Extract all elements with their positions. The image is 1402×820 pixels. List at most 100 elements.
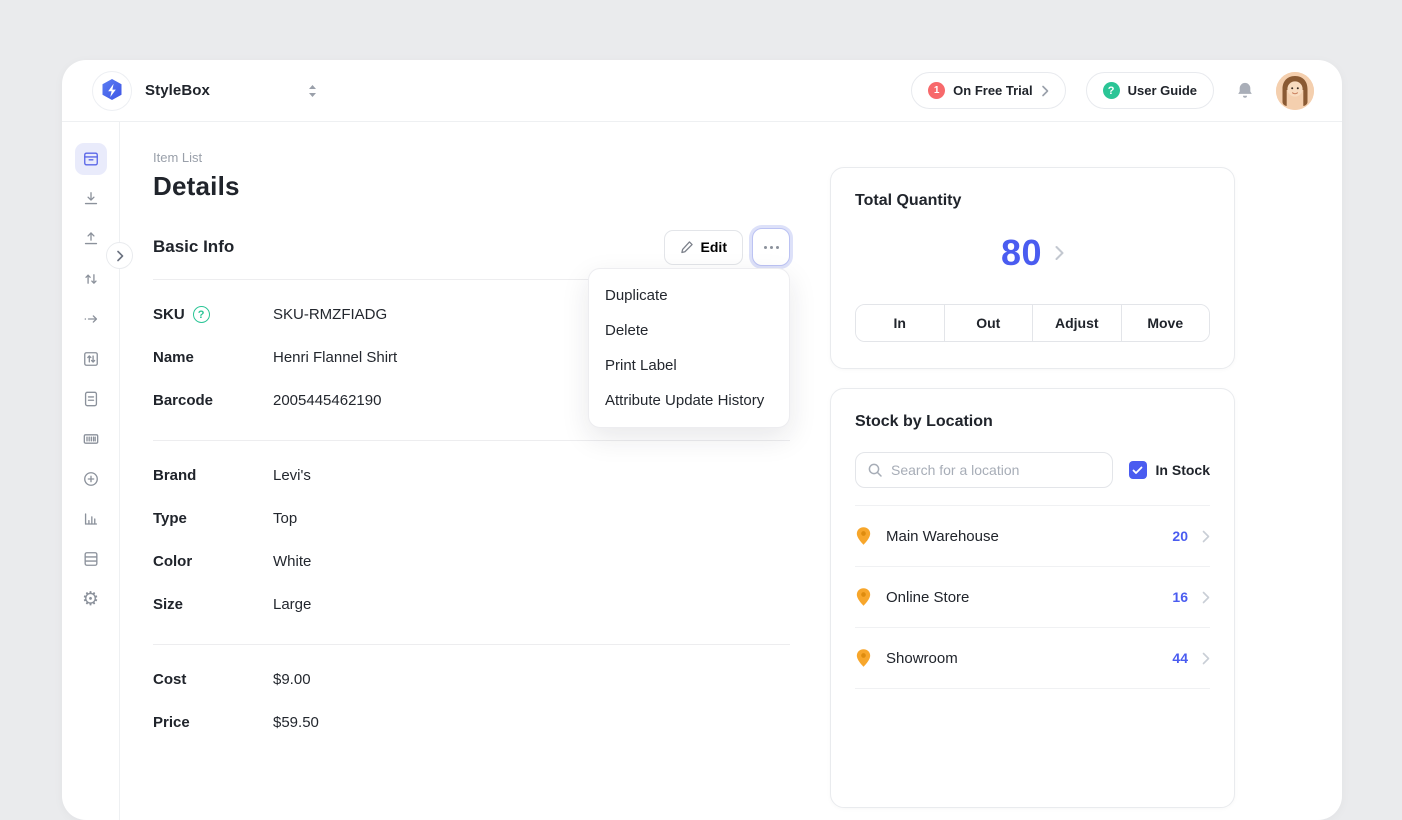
app-window: StyleBox 1 On Free Trial ? User Guide <box>62 60 1342 820</box>
field-value: SKU-RMZFIADG <box>273 306 387 323</box>
sidebar-item-reports[interactable] <box>75 503 107 535</box>
chevron-right-icon <box>1054 245 1064 261</box>
location-quantity: 16 <box>1172 589 1188 605</box>
sidebar-item-move[interactable] <box>75 303 107 335</box>
total-quantity-value[interactable]: 80 <box>1001 232 1042 274</box>
help-badge-icon: ? <box>1103 82 1120 99</box>
database-icon <box>81 549 101 569</box>
more-actions-menu: Duplicate Delete Print Label Attribute U… <box>588 268 790 428</box>
map-pin-icon <box>855 587 872 607</box>
page-title: Details <box>153 171 790 202</box>
more-actions-button[interactable] <box>752 228 790 266</box>
location-search-input[interactable] <box>891 462 1101 478</box>
avatar-image <box>1276 72 1314 110</box>
menu-item-delete[interactable]: Delete <box>589 313 789 348</box>
sidebar-item-settings[interactable]: ⚙ <box>75 583 107 615</box>
menu-item-attribute-history[interactable]: Attribute Update History <box>589 383 789 418</box>
sort-arrows-icon <box>307 83 318 99</box>
basic-info-header: Basic Info Edit <box>153 228 790 266</box>
location-quantity: 44 <box>1172 650 1188 666</box>
field-label: Type <box>153 510 187 527</box>
tray-arrow-up-icon <box>81 229 101 249</box>
gear-icon: ⚙ <box>82 590 99 609</box>
field-label: Color <box>153 553 192 570</box>
location-quantity: 20 <box>1172 528 1188 544</box>
checkbox-checked-icon[interactable] <box>1129 461 1147 479</box>
field-label: Name <box>153 349 194 366</box>
field-value: Top <box>273 510 297 527</box>
stock-out-button[interactable]: Out <box>944 305 1033 341</box>
pencil-icon <box>680 240 694 254</box>
arrow-right-dotted-icon <box>81 309 101 329</box>
bell-icon[interactable] <box>1234 79 1256 103</box>
field-label: Brand <box>153 467 196 484</box>
field-value: $9.00 <box>273 671 311 688</box>
field-group-attributes: Brand Levi's Type Top Color White Size L… <box>153 441 790 626</box>
help-icon[interactable]: ? <box>193 306 210 323</box>
field-label: Barcode <box>153 392 213 409</box>
sidebar-collapse-button[interactable] <box>106 242 133 269</box>
barcode-icon <box>81 429 101 449</box>
sidebar-item-data[interactable] <box>75 543 107 575</box>
stock-by-location-title: Stock by Location <box>855 413 1210 431</box>
location-row-online-store[interactable]: Online Store 16 <box>855 567 1210 628</box>
trial-status-button[interactable]: 1 On Free Trial <box>911 72 1065 109</box>
sidebar-item-items[interactable] <box>75 143 107 175</box>
move-button[interactable]: Move <box>1121 305 1210 341</box>
menu-item-duplicate[interactable]: Duplicate <box>589 278 789 313</box>
user-guide-label: User Guide <box>1128 83 1197 98</box>
sidebar-item-counting[interactable] <box>75 343 107 375</box>
stock-controls: In Stock <box>855 452 1210 505</box>
field-label: SKU <box>153 306 185 323</box>
chevron-right-icon <box>116 250 124 262</box>
total-quantity-title: Total Quantity <box>855 192 1210 210</box>
total-quantity-row[interactable]: 80 <box>855 232 1210 274</box>
edit-label: Edit <box>701 239 727 255</box>
location-name: Main Warehouse <box>886 528 999 545</box>
sidebar-item-adjust[interactable] <box>75 263 107 295</box>
hexagon-bolt-icon <box>98 77 126 105</box>
in-stock-label: In Stock <box>1156 462 1210 478</box>
section-actions: Edit <box>664 228 790 266</box>
chevron-right-icon <box>1041 85 1049 97</box>
tray-arrow-down-icon <box>81 189 101 209</box>
adjust-button[interactable]: Adjust <box>1032 305 1121 341</box>
swap-vertical-icon <box>81 269 101 289</box>
trial-badge-icon: 1 <box>928 82 945 99</box>
stock-by-location-card: Stock by Location <box>830 388 1235 808</box>
chevron-right-icon <box>1202 530 1210 543</box>
edit-button[interactable]: Edit <box>664 230 743 265</box>
document-icon <box>81 389 101 409</box>
chevron-right-icon <box>1202 591 1210 604</box>
field-value: White <box>273 553 311 570</box>
workspace-switcher[interactable] <box>307 83 318 99</box>
stock-in-button[interactable]: In <box>856 305 944 341</box>
user-guide-button[interactable]: ? User Guide <box>1086 72 1214 109</box>
field-label: Cost <box>153 671 186 688</box>
sidebar-item-documents[interactable] <box>75 383 107 415</box>
field-row-brand: Brand Levi's <box>153 454 790 497</box>
sidebar-item-stock-in[interactable] <box>75 183 107 215</box>
location-list: Main Warehouse 20 Online Store <box>855 505 1210 689</box>
user-avatar[interactable] <box>1276 72 1314 110</box>
location-search[interactable] <box>855 452 1113 488</box>
item-details-panel: Item List Details Basic Info Edit <box>153 150 790 820</box>
sidebar-item-stock-out[interactable] <box>75 223 107 255</box>
breadcrumb[interactable]: Item List <box>153 150 790 165</box>
field-value: Levi's <box>273 467 311 484</box>
field-row-type: Type Top <box>153 497 790 540</box>
ellipsis-icon <box>764 246 767 249</box>
sidebar-item-barcode[interactable] <box>75 423 107 455</box>
field-label: Size <box>153 596 183 613</box>
search-icon <box>867 462 883 478</box>
summary-panel: Total Quantity 80 In Out Adjust Move <box>830 150 1235 820</box>
location-row-main-warehouse[interactable]: Main Warehouse 20 <box>855 506 1210 567</box>
field-row-price: Price $59.50 <box>153 701 790 744</box>
in-stock-filter[interactable]: In Stock <box>1129 461 1210 479</box>
adjust-panel-icon <box>81 349 101 369</box>
location-row-showroom[interactable]: Showroom 44 <box>855 628 1210 689</box>
chevron-right-icon <box>1202 652 1210 665</box>
menu-item-print-label[interactable]: Print Label <box>589 348 789 383</box>
header-right: 1 On Free Trial ? User Guide <box>911 72 1314 110</box>
sidebar-item-add[interactable] <box>75 463 107 495</box>
